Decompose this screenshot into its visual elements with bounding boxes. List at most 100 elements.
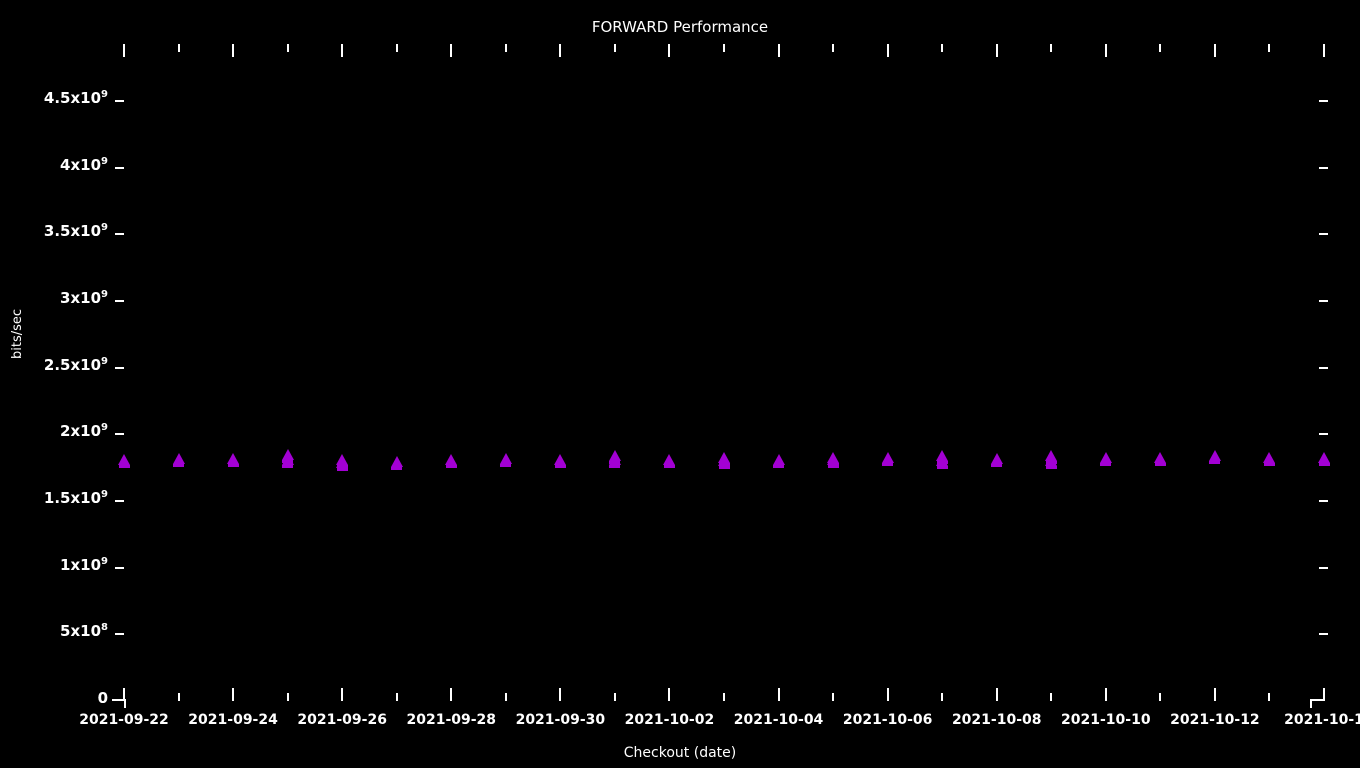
y-tick-mark <box>1319 433 1328 436</box>
x-tick-minor-top <box>1159 44 1162 52</box>
x-tick-minor-bottom <box>504 693 507 701</box>
data-point-marker-base <box>118 465 130 469</box>
y-tick-label: 3x109 <box>60 289 108 307</box>
data-point-marker-base <box>663 465 675 469</box>
data-point-marker <box>499 453 512 464</box>
y-tick-label: 2x109 <box>60 422 108 441</box>
data-point-marker <box>663 454 676 466</box>
y-tick-mark <box>1319 233 1328 236</box>
x-tick-label: 2021-10-10 <box>1061 712 1151 728</box>
x-tick-minor-bottom <box>832 693 835 701</box>
x-tick-label: 2021-09-28 <box>406 712 497 728</box>
x-tick-mark-top <box>1323 44 1325 57</box>
data-point-marker-base <box>1263 462 1275 466</box>
data-point-marker-base <box>500 464 512 467</box>
x-tick-minor-bottom <box>395 693 398 701</box>
y-tick-mark <box>115 433 124 436</box>
x-tick-label: 2021-10-12 <box>1170 712 1260 728</box>
x-tick-mark-bottom <box>341 688 344 701</box>
axis-corner-bottom-right-stem <box>1310 699 1312 708</box>
x-tick-minor-top <box>1268 44 1271 52</box>
data-point-marker <box>1208 450 1221 462</box>
x-tick-mark-top <box>668 44 671 57</box>
data-point-marker <box>1099 451 1112 463</box>
x-tick-mark-bottom <box>1213 688 1216 701</box>
y-tick-label: 2.5x109 <box>43 355 108 374</box>
x-tick-minor-bottom <box>941 693 944 701</box>
x-tick-minor-bottom <box>723 693 725 701</box>
data-point-marker <box>390 455 403 467</box>
data-point-marker <box>772 454 785 466</box>
data-point-marker-base <box>718 466 730 469</box>
y-tick-mark <box>1319 633 1328 636</box>
x-tick-mark-bottom <box>995 688 998 701</box>
x-tick-mark-top <box>123 44 125 57</box>
data-point-marker-base <box>173 464 185 467</box>
x-tick-mark-top <box>1213 44 1216 57</box>
data-point-marker-base <box>1209 461 1221 465</box>
y-tick-label: 1.5x109 <box>43 489 108 507</box>
data-point-marker-base <box>1100 462 1112 466</box>
data-point-marker-base <box>609 465 621 469</box>
x-tick-mark-bottom <box>668 688 671 701</box>
x-tick-label: 2021-10-1 <box>1284 712 1360 728</box>
data-point-marker <box>445 454 458 466</box>
x-tick-minor-bottom <box>177 693 180 701</box>
x-tick-mark-bottom <box>886 688 889 701</box>
x-tick-minor-top <box>832 44 835 52</box>
x-axis-title: Checkout (date) <box>623 745 737 761</box>
x-tick-mark-top <box>341 44 344 57</box>
x-tick-mark-bottom <box>559 688 562 701</box>
axis-corner-bottom-right <box>1310 699 1324 701</box>
x-tick-mark-top <box>995 44 998 57</box>
data-point-marker <box>172 453 185 464</box>
data-point-marker-base <box>227 464 239 467</box>
y-tick-mark <box>1319 166 1328 169</box>
y-tick-label: 5x108 <box>60 622 108 641</box>
y-tick-mark <box>1319 566 1328 569</box>
y-tick-label: 3.5x109 <box>43 222 108 241</box>
data-point-marker <box>608 454 621 466</box>
x-tick-label: 2021-09-24 <box>188 712 278 728</box>
data-point-marker <box>936 455 949 466</box>
x-tick-mark-top <box>1104 44 1107 57</box>
y-tick-mark <box>115 366 124 369</box>
x-tick-label: 2021-09-26 <box>297 712 387 728</box>
y-tick-mark <box>115 500 124 502</box>
data-point-marker <box>827 454 840 466</box>
x-tick-minor-top <box>613 44 616 52</box>
y-tick-mark <box>115 566 124 569</box>
x-tick-minor-top <box>395 44 398 52</box>
y-axis-title: bits/sec <box>10 308 25 359</box>
data-point-marker-base <box>554 465 566 469</box>
x-tick-minor-bottom <box>1159 693 1162 701</box>
data-point-marker <box>1154 451 1167 463</box>
x-tick-minor-bottom <box>1268 693 1271 701</box>
x-tick-mark-bottom <box>232 688 235 701</box>
y-tick-mark <box>115 233 124 236</box>
x-tick-label: 2021-10-02 <box>624 712 715 728</box>
x-tick-minor-top <box>723 44 725 52</box>
x-tick-label: 2021-09-22 <box>79 712 169 728</box>
x-tick-mark-bottom <box>1104 688 1107 701</box>
data-point-marker <box>227 453 240 464</box>
y-tick-mark <box>115 166 124 169</box>
data-point-marker-base <box>391 466 403 470</box>
data-point-marker-base <box>336 468 348 471</box>
x-tick-mark-top <box>232 44 235 57</box>
y-tick-label: 4.5x109 <box>43 89 108 107</box>
x-tick-minor-top <box>286 44 289 52</box>
y-tick-mark <box>1319 500 1328 502</box>
x-tick-mark-top <box>886 44 889 57</box>
data-point-marker <box>1318 451 1330 463</box>
data-point-marker-base <box>936 466 948 469</box>
data-point-marker-base <box>1154 462 1166 466</box>
y-tick-mark <box>115 100 124 102</box>
y-tick-label: 1x109 <box>60 555 108 574</box>
data-point-marker <box>554 454 567 466</box>
data-point-marker-base <box>1318 462 1330 466</box>
data-point-marker <box>1263 451 1276 463</box>
data-point-marker <box>281 454 294 466</box>
data-point-marker-base <box>1045 466 1057 469</box>
page-title: FORWARD Performance <box>591 18 769 36</box>
